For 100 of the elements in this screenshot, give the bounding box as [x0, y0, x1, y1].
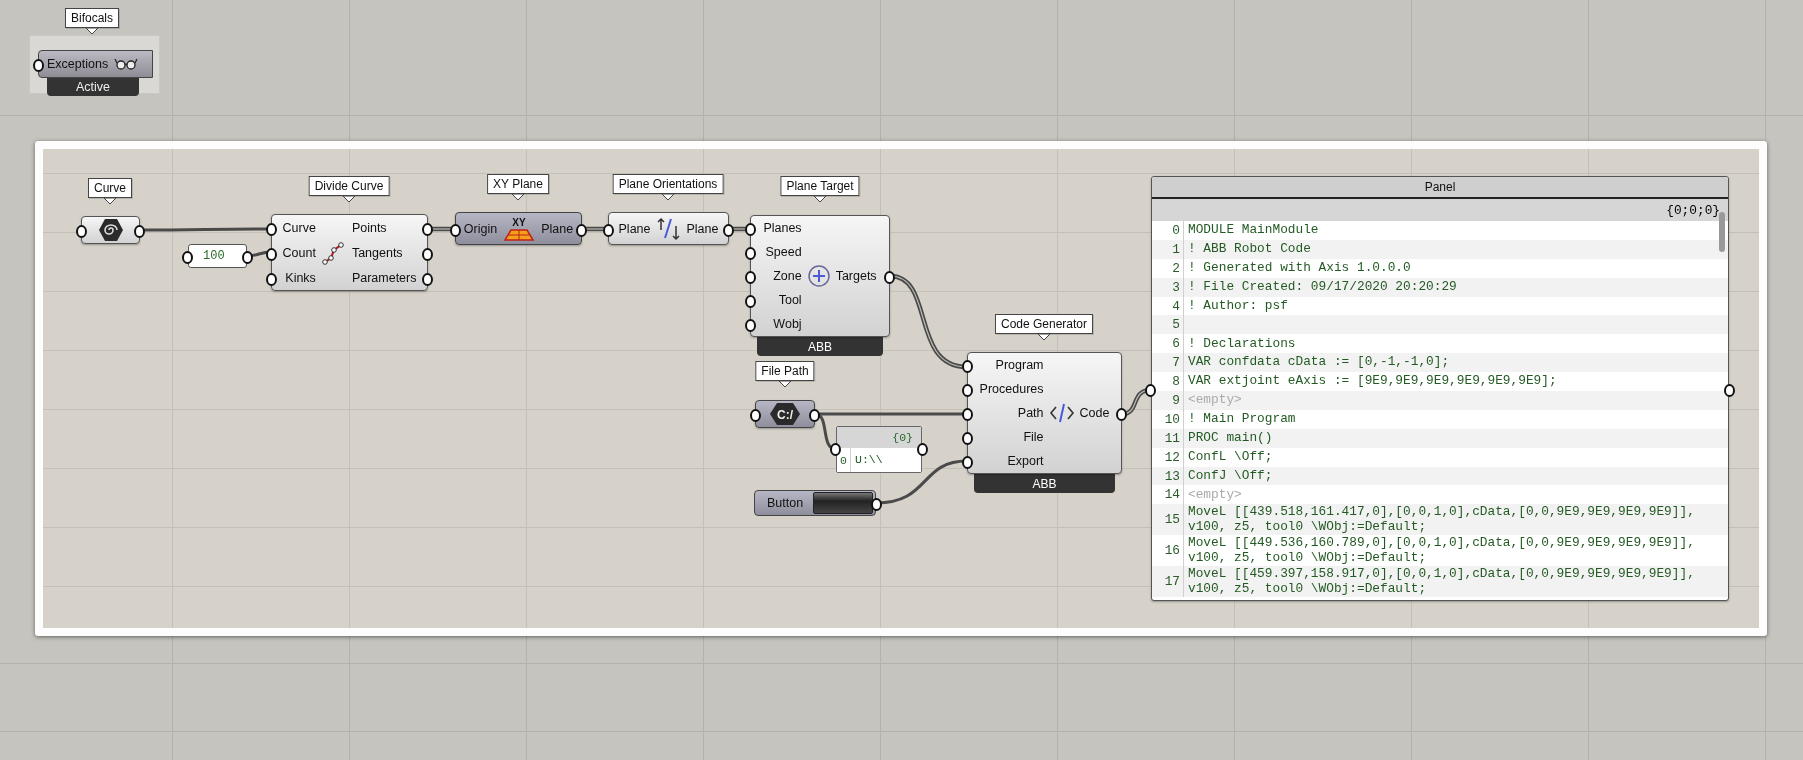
panel-line: MODULE MainModule	[1187, 221, 1320, 240]
input-label: Count	[281, 245, 317, 260]
tag-pointer	[104, 198, 116, 205]
output-label: Parameters	[350, 270, 418, 285]
output-port[interactable]	[422, 272, 433, 286]
input-label: Tool	[777, 293, 803, 307]
button-node[interactable]: Button	[754, 490, 876, 516]
input-port[interactable]	[266, 222, 277, 236]
tag-pointer	[343, 196, 355, 203]
output-label: Plane	[685, 221, 720, 236]
input-port[interactable]	[962, 432, 973, 445]
line-number: 1	[1152, 239, 1184, 259]
panel-line: ConfJ \Off;	[1187, 466, 1274, 485]
input-port[interactable]	[962, 360, 973, 373]
output-port[interactable]	[422, 247, 433, 261]
input-label: File	[1022, 430, 1045, 444]
output-port[interactable]	[884, 271, 895, 284]
input-port[interactable]	[33, 59, 44, 72]
panel-line: ! File Created: 09/17/2020 20:20:29	[1187, 277, 1458, 296]
line-number: 10	[1152, 409, 1184, 429]
component-footer: ABB	[757, 337, 883, 356]
output-port[interactable]	[871, 498, 882, 511]
panel-line: U:\\	[854, 451, 884, 468]
input-label: Origin	[462, 221, 499, 236]
panel-line: ! Generated with Axis 1.0.0.0	[1187, 258, 1412, 277]
input-port[interactable]	[962, 384, 973, 397]
panel-line: PROC main()	[1187, 429, 1274, 447]
input-port[interactable]	[745, 223, 756, 236]
input-label: Plane	[617, 221, 652, 236]
input-port[interactable]	[962, 408, 973, 421]
output-port[interactable]	[917, 443, 928, 456]
tag-pointer	[86, 28, 98, 35]
hexagon-spiral-icon	[97, 218, 124, 242]
input-port[interactable]	[603, 223, 614, 237]
output-port[interactable]	[723, 223, 734, 237]
line-number: 11	[1152, 428, 1184, 448]
input-port[interactable]	[745, 295, 756, 308]
status-bar: Active	[47, 78, 139, 96]
number-field[interactable]: 100	[188, 244, 247, 268]
component-footer: ABB	[974, 474, 1115, 493]
panel-line: MoveL [[439.518,161.417,0],[0,0,1,0],cData,[0,0,9E9,9E9,9E9,9E9]], v100, z5, tool0 \WObj:=Default;	[1187, 504, 1696, 536]
input-port[interactable]	[1145, 384, 1156, 397]
divide-curve-icon	[320, 239, 347, 266]
input-label: Speed	[764, 245, 803, 259]
data-path: {0;0;0}	[1666, 202, 1720, 218]
input-port[interactable]	[745, 271, 756, 284]
tag-pointer	[814, 196, 826, 203]
data-path: {0}	[892, 431, 913, 444]
input-port[interactable]	[266, 247, 277, 261]
panel-line: ! ABB Robot Code	[1187, 240, 1312, 259]
input-port[interactable]	[750, 409, 761, 422]
panel-line: VAR extjoint eAxis := [9E9,9E9,9E9,9E9,9E9,9E9];	[1187, 372, 1558, 391]
panel-line: ! Declarations	[1187, 334, 1297, 353]
panel-line: MoveL [[459.397,158.917,0],[0,0,1,0],cData,[0,0,9E9,9E9,9E9,9E9]], v100, z5, tool0 \WObj:=Default;	[1187, 566, 1696, 598]
output-port[interactable]	[576, 223, 587, 237]
input-port[interactable]	[266, 272, 277, 286]
output-label: Plane	[540, 221, 575, 236]
plus-circle-icon	[806, 264, 831, 288]
input-port[interactable]	[745, 319, 756, 332]
panel-line: VAR confdata cData := [0,-1,-1,0];	[1187, 353, 1451, 372]
scrollbar[interactable]	[1719, 212, 1725, 252]
output-port[interactable]	[1724, 384, 1735, 397]
output-port[interactable]	[809, 409, 820, 422]
input-label: Export	[1006, 454, 1045, 468]
path-icon: C:/	[769, 402, 801, 426]
line-number: 12	[1152, 447, 1184, 467]
output-label: Targets	[834, 269, 878, 283]
input-port[interactable]	[962, 456, 973, 469]
output-port[interactable]	[1116, 408, 1127, 421]
output-port[interactable]	[242, 251, 253, 264]
input-label: Path	[1016, 406, 1045, 420]
tag-pointer	[1038, 334, 1050, 341]
input-label: Program	[994, 358, 1045, 372]
line-number: 2	[1152, 258, 1184, 278]
input-port[interactable]	[182, 251, 193, 264]
output-label: Code	[1078, 406, 1111, 420]
output-label: Tangents	[350, 245, 404, 260]
tag-pointer	[512, 194, 524, 201]
panel-line: ! Main Program	[1187, 410, 1297, 429]
line-number: 0	[1152, 221, 1184, 240]
input-label: Kinks	[284, 270, 317, 285]
panel-line: MoveL [[449.536,160.789,0],[0,0,1,0],cData,[0,0,9E9,9E9,9E9,9E9]], v100, z5, tool0 \WObj:=Default;	[1187, 535, 1696, 567]
input-port[interactable]	[830, 443, 841, 456]
output-label: Points	[350, 220, 388, 235]
code-icon	[1048, 402, 1075, 424]
output-port[interactable]	[422, 222, 433, 236]
input-port[interactable]	[450, 223, 461, 237]
panel-title: Panel	[1152, 177, 1728, 199]
panel-line: <empty>	[1187, 391, 1243, 410]
tag-pointer	[662, 194, 674, 201]
input-label: Planes	[762, 221, 803, 235]
input-port[interactable]	[745, 247, 756, 260]
input-label: Zone	[772, 269, 803, 283]
panel-line: ! Author: psf	[1187, 296, 1289, 315]
output-port[interactable]	[134, 225, 145, 238]
panel-line: ConfL \Off;	[1187, 447, 1274, 466]
toggle-button-face[interactable]	[813, 492, 873, 514]
input-label: Curve	[281, 220, 317, 235]
input-port[interactable]	[76, 225, 87, 238]
input-label: Procedures	[978, 382, 1045, 396]
